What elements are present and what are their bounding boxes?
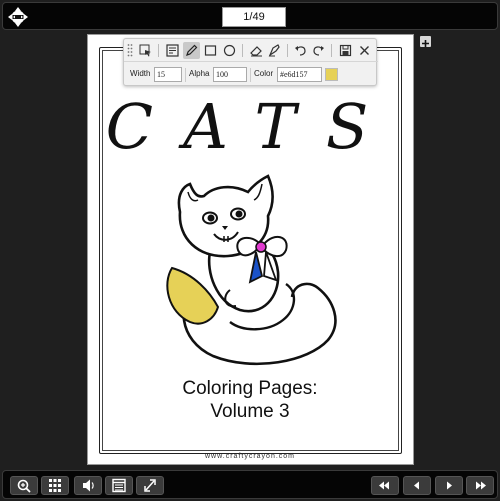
expand-plus-icon[interactable] (420, 36, 431, 47)
book-icon[interactable] (105, 476, 133, 495)
flipbook-viewer: 1/49 CATS Coloring Pages: Volume 3 www.c… (0, 0, 500, 501)
width-label: Width (130, 69, 151, 78)
settings-divider (250, 68, 251, 82)
rectangle-icon[interactable] (202, 42, 219, 59)
highlighter-icon[interactable] (266, 42, 283, 59)
bottom-toolbar (2, 470, 498, 499)
redo-icon[interactable] (310, 42, 327, 59)
cover-subtitle-line1: Coloring Pages: (182, 378, 318, 399)
color-swatch[interactable] (325, 68, 338, 81)
annotation-tools-row (124, 39, 378, 62)
toolbar-divider (287, 44, 288, 57)
sound-icon[interactable] (74, 476, 102, 495)
next-page-icon[interactable] (435, 476, 463, 495)
close-icon[interactable] (356, 42, 373, 59)
cat-illustration (166, 174, 337, 366)
first-page-icon[interactable] (371, 476, 399, 495)
cover-title-text: CATS (106, 92, 399, 158)
cover-title: CATS (106, 92, 399, 158)
last-page-icon[interactable] (466, 476, 494, 495)
sticky-note-icon[interactable] (164, 42, 181, 59)
color-label: Color (254, 69, 274, 78)
drag-handle-icon[interactable] (127, 43, 133, 58)
undo-icon[interactable] (292, 42, 309, 59)
pencil-icon[interactable] (183, 42, 200, 59)
zoom-in-icon[interactable] (10, 476, 38, 495)
eraser-icon[interactable] (248, 42, 265, 59)
previous-page-icon[interactable] (403, 476, 431, 495)
width-input[interactable]: 15 (154, 67, 182, 82)
toolbar-divider (331, 44, 332, 57)
annotation-toolbar: Width 15 Alpha 100 Color #e6d157 (123, 38, 378, 87)
select-icon[interactable] (137, 42, 154, 59)
toolbar-divider (158, 44, 159, 57)
cover-subtitle-line2: Volume 3 (210, 401, 290, 422)
settings-divider (185, 68, 186, 82)
cover-url: www.craftycrayon.com (204, 453, 296, 460)
fullscreen-icon[interactable] (136, 476, 164, 495)
color-input[interactable]: #e6d157 (277, 67, 322, 82)
alpha-label: Alpha (189, 69, 210, 78)
save-icon[interactable] (337, 42, 354, 59)
move-arrows-icon[interactable] (7, 6, 29, 28)
page-number-field[interactable]: 1/49 (222, 7, 286, 27)
circle-icon[interactable] (221, 42, 238, 59)
top-toolbar: 1/49 (2, 2, 498, 30)
toolbar-divider (242, 44, 243, 57)
alpha-input[interactable]: 100 (213, 67, 247, 82)
thumbnails-grid-icon[interactable] (41, 476, 69, 495)
annotation-settings-row: Width 15 Alpha 100 Color #e6d157 (124, 63, 378, 87)
